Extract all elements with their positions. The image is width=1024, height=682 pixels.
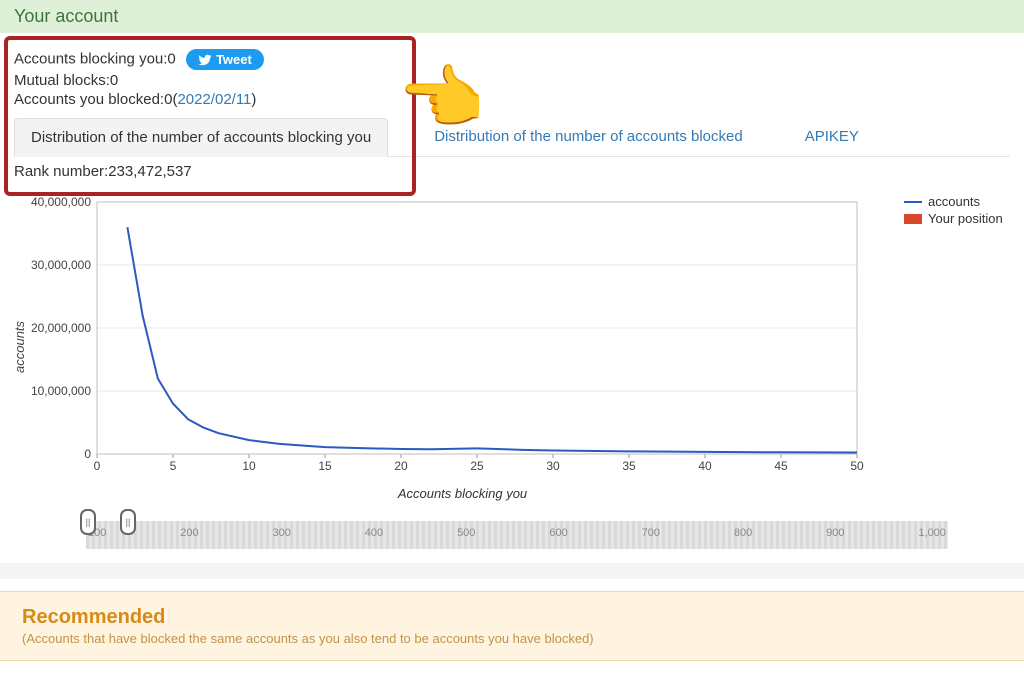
chart-area: accounts 0 10,000,000 20,000,000 30,000,000… xyxy=(0,182,1024,501)
svg-text:30: 30 xyxy=(546,459,560,473)
svg-text:35: 35 xyxy=(622,459,636,473)
svg-text:0: 0 xyxy=(84,447,91,461)
legend-swatch-box xyxy=(904,214,922,224)
chart-xlabel: Accounts blocking you xyxy=(27,486,898,501)
svg-text:50: 50 xyxy=(850,459,864,473)
svg-text:30,000,000: 30,000,000 xyxy=(31,258,91,272)
tweet-button-label: Tweet xyxy=(216,52,252,67)
rank-value: 233,472,537 xyxy=(108,163,191,180)
svg-text:10: 10 xyxy=(242,459,256,473)
range-slider[interactable]: 1002003004005006007008009001,000 || || xyxy=(86,507,948,555)
tab-blocking-distribution[interactable]: Distribution of the number of accounts b… xyxy=(14,118,388,157)
recommended-panel: Recommended (Accounts that have blocked … xyxy=(0,591,1024,661)
tab-label: Distribution of the number of accounts b… xyxy=(31,129,371,146)
legend-accounts: accounts xyxy=(928,194,980,209)
chart-legend: accounts Your position xyxy=(898,192,1004,501)
tab-apikey[interactable]: APIKEY xyxy=(789,118,875,156)
chart-ylabel: accounts xyxy=(6,192,27,501)
you-blocked-date[interactable]: 2022/02/11 xyxy=(177,91,251,108)
distribution-chart: 0 10,000,000 20,000,000 30,000,000 40,000,00… xyxy=(27,192,867,482)
account-info: Accounts blocking you:0 Tweet Mutual blo… xyxy=(0,33,1024,180)
range-ticks: 1002003004005006007008009001,000 xyxy=(86,527,948,539)
account-banner: Your account xyxy=(0,0,1024,33)
legend-your-position: Your position xyxy=(928,211,1003,226)
recommended-subtitle: (Accounts that have blocked the same acc… xyxy=(22,631,1002,646)
svg-text:40: 40 xyxy=(698,459,712,473)
svg-text:10,000,000: 10,000,000 xyxy=(31,384,91,398)
range-handle-right[interactable]: || xyxy=(120,509,136,535)
account-banner-title: Your account xyxy=(14,6,118,26)
svg-text:40,000,000: 40,000,000 xyxy=(31,195,91,209)
svg-text:20,000,000: 20,000,000 xyxy=(31,321,91,335)
range-handle-left[interactable]: || xyxy=(80,509,96,535)
mutual-value: 0 xyxy=(110,72,118,89)
you-blocked-label: Accounts you blocked: xyxy=(14,91,164,108)
blocking-you-label: Accounts blocking you: xyxy=(14,50,167,67)
recommended-title: Recommended xyxy=(22,606,1002,629)
divider-band xyxy=(0,563,1024,579)
legend-swatch-line xyxy=(904,201,922,203)
svg-text:0: 0 xyxy=(94,459,101,473)
tabs: Distribution of the number of accounts b… xyxy=(14,118,1010,157)
svg-text:5: 5 xyxy=(170,459,177,473)
svg-text:15: 15 xyxy=(318,459,332,473)
svg-text:45: 45 xyxy=(774,459,788,473)
mutual-label: Mutual blocks: xyxy=(14,72,110,89)
you-blocked-value: 0 xyxy=(164,91,172,108)
tab-label: APIKEY xyxy=(805,128,859,145)
blocking-you-value: 0 xyxy=(167,50,175,67)
twitter-icon xyxy=(198,53,212,67)
pointing-hand-icon: 👉 xyxy=(400,58,487,140)
svg-text:25: 25 xyxy=(470,459,484,473)
rank-label: Rank number: xyxy=(14,163,108,180)
tweet-button[interactable]: Tweet xyxy=(186,49,264,70)
svg-text:20: 20 xyxy=(394,459,408,473)
